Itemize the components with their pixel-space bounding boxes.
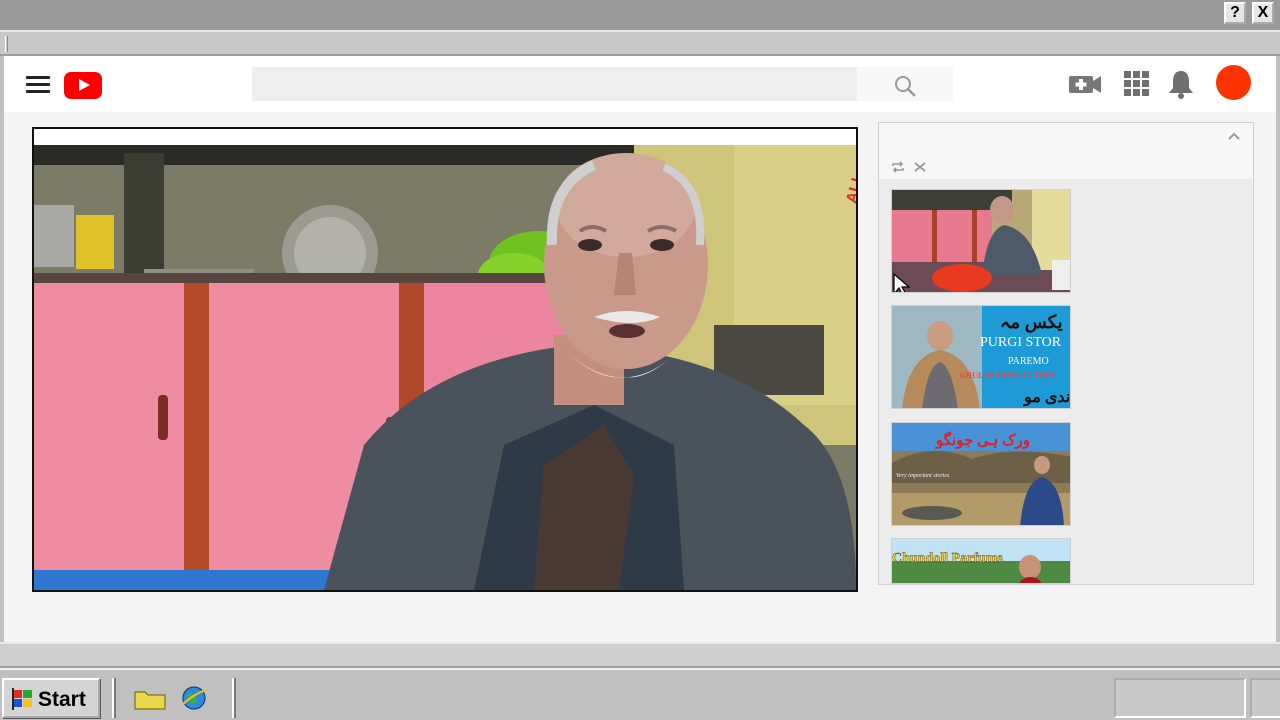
thumb-subtitle: PAREMO xyxy=(1008,356,1049,367)
window-menubar xyxy=(0,30,1280,56)
thumb-title: PURGI STOR xyxy=(980,335,1062,350)
thumb-title-urdu: یکس مہ xyxy=(1000,312,1063,333)
queue-item[interactable]: یکس مہ PURGI STOR PAREMO GHULAM HUSSAIN … xyxy=(891,305,1071,409)
video-frame[interactable]: ALL xyxy=(34,145,856,590)
video-scene: ALL xyxy=(34,145,856,590)
youtube-logo[interactable] xyxy=(64,72,102,99)
queue-item[interactable]: Chundoll Parfums xyxy=(891,538,1071,584)
system-tray[interactable] xyxy=(1114,678,1246,718)
window-statusbar xyxy=(0,642,1280,668)
video-player[interactable]: ALL xyxy=(32,127,858,592)
menu-icon[interactable] xyxy=(26,76,50,94)
taskbar-separator xyxy=(232,678,236,718)
loop-icon[interactable] xyxy=(891,161,905,173)
thumb-title: Chundoll Parfums xyxy=(892,551,1003,566)
search-button[interactable] xyxy=(857,67,953,101)
windows-flag-icon xyxy=(12,688,32,710)
thumbnail xyxy=(892,190,1070,292)
toolbar-grip[interactable] xyxy=(5,36,8,52)
youtube-page: ALL یکس مہ PURGI STOR PAREMO GHULAM HUSS… xyxy=(4,56,1276,642)
internet-globe-icon[interactable] xyxy=(180,684,208,712)
apps-grid-icon[interactable] xyxy=(1120,69,1154,99)
thumbnail: ورک ہی جونگو Very important stories xyxy=(892,423,1070,525)
close-window-button[interactable]: X xyxy=(1252,2,1274,24)
thumb-caption: Very important stories xyxy=(896,473,950,479)
thumb-title-urdu: ورک ہی جونگو xyxy=(935,431,1030,449)
queue-panel: یکس مہ PURGI STOR PAREMO GHULAM HUSSAIN … xyxy=(878,122,1254,585)
search-icon xyxy=(895,76,916,97)
notifications-bell-icon[interactable] xyxy=(1164,69,1198,99)
chevron-up-icon[interactable] xyxy=(1227,129,1241,143)
taskbar: Start xyxy=(0,668,1280,720)
create-video-icon[interactable] xyxy=(1068,69,1102,99)
queue-item[interactable] xyxy=(891,189,1071,293)
queue-header xyxy=(879,123,1253,179)
thumb-title-urdu-bottom: ندی مو xyxy=(1023,389,1070,407)
thumbnail: یکس مہ PURGI STOR PAREMO GHULAM HUSSAIN … xyxy=(892,306,1070,408)
help-button[interactable]: ? xyxy=(1224,2,1246,24)
folder-icon[interactable] xyxy=(134,688,166,710)
search-input[interactable] xyxy=(252,67,857,101)
youtube-header xyxy=(4,56,1276,112)
taskbar-separator xyxy=(112,678,116,718)
avatar[interactable] xyxy=(1216,65,1251,100)
shuffle-icon[interactable] xyxy=(913,161,927,173)
window-titlebar: ? X xyxy=(0,0,1280,30)
queue-item[interactable]: ورک ہی جونگو Very important stories xyxy=(891,422,1071,526)
clock-area[interactable] xyxy=(1250,678,1280,718)
thumbnail: Chundoll Parfums xyxy=(892,539,1070,583)
thumb-byline: GHULAM HUSSAIN THOY xyxy=(960,371,1057,380)
start-button[interactable]: Start xyxy=(2,678,100,718)
start-label: Start xyxy=(38,688,86,711)
